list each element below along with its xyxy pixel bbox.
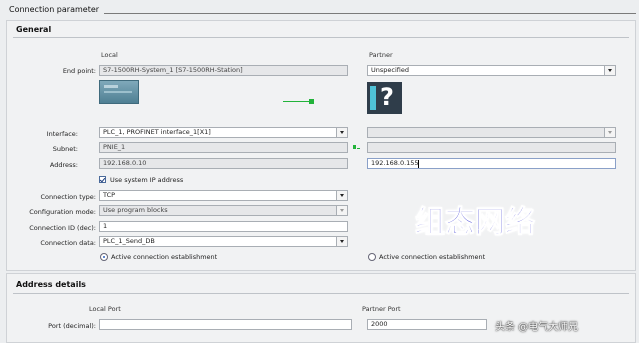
subnet-link-icon-2 [357, 148, 360, 149]
use-system-ip-checkbox[interactable] [99, 176, 106, 183]
chevron-down-icon[interactable] [336, 237, 347, 246]
local-interface-dropdown[interactable]: PLC_1, PROFINET interface_1[X1] [99, 127, 348, 138]
general-divider [13, 37, 629, 38]
connection-data-label: Connection data: [40, 239, 96, 247]
chevron-down-icon[interactable] [336, 128, 347, 137]
partner-subnet-field [367, 142, 616, 153]
partner-port-header: Partner Port [362, 305, 401, 313]
address-details-divider [13, 293, 629, 294]
local-plc-device-icon [99, 80, 139, 104]
local-column-header: Local [101, 51, 118, 59]
general-panel: General Local Partner End point: S7-1500… [6, 20, 636, 271]
local-active-connection-radio[interactable] [100, 253, 108, 261]
local-port-header: Local Port [89, 305, 121, 313]
local-end-point-value: S7-1500RH-System_1 [S7-1500RH-Station] [103, 66, 243, 74]
local-interface-value: PLC_1, PROFINET interface_1[X1] [103, 128, 211, 136]
connection-id-input[interactable]: 1 [99, 221, 348, 232]
local-address-field: 192.168.0.10 [99, 158, 348, 169]
general-title: General [16, 25, 52, 34]
configuration-mode-value: Use program blocks [103, 206, 168, 214]
partner-active-connection-label: Active connection establishment [379, 253, 486, 261]
partner-address-input[interactable]: 192.168.0.155 [367, 158, 616, 169]
credit-watermark: 头条 @电气大师兄 [495, 322, 579, 333]
subnet-link-icon [353, 145, 356, 149]
interface-label: Interface: [46, 130, 78, 138]
local-port-input[interactable] [99, 319, 352, 330]
use-system-ip-label: Use system IP address [110, 176, 184, 184]
partner-active-connection-radio[interactable] [368, 253, 376, 261]
local-subnet-value: PNIE_1 [103, 143, 126, 151]
network-link-port-icon [309, 99, 314, 104]
connection-type-value: TCP [103, 191, 116, 199]
chevron-down-icon [604, 128, 615, 137]
section-header-title: Connection parameter [9, 5, 100, 14]
partner-port-value: 2000 [371, 320, 388, 328]
watermark-text: 组态网络 [415, 205, 536, 241]
connection-data-dropdown[interactable]: PLC_1_Send_DB [99, 236, 348, 247]
local-active-connection-label: Active connection establishment [111, 253, 218, 261]
connection-id-value: 1 [103, 222, 108, 230]
end-point-label: End point: [62, 67, 96, 75]
partner-interface-dropdown[interactable] [367, 127, 616, 138]
address-label: Address: [49, 161, 78, 169]
local-address-value: 192.168.0.10 [103, 159, 147, 167]
network-link-icon [283, 101, 311, 102]
connection-id-label: Connection ID (dec): [29, 224, 96, 232]
chevron-down-icon[interactable] [604, 66, 615, 75]
address-details-panel: Address details Local Port Partner Port … [6, 273, 636, 343]
header-divider [104, 13, 636, 14]
address-details-title: Address details [16, 280, 86, 289]
partner-address-value: 192.168.0.155 [371, 159, 419, 167]
subnet-label: Subnet: [52, 145, 78, 153]
connection-data-value: PLC_1_Send_DB [103, 237, 155, 245]
partner-end-point-value: Unspecified [371, 66, 409, 74]
chevron-down-icon [336, 206, 347, 215]
connection-type-dropdown[interactable]: TCP [99, 190, 348, 201]
connection-type-label: Connection type: [40, 193, 96, 201]
local-subnet-field: PNIE_1 [99, 142, 348, 153]
local-end-point-field[interactable]: S7-1500RH-System_1 [S7-1500RH-Station] [99, 65, 348, 76]
configuration-mode-label: Configuration mode: [29, 208, 96, 216]
port-decimal-label: Port (decimal): [48, 322, 96, 330]
partner-end-point-dropdown[interactable]: Unspecified [367, 65, 616, 76]
configuration-mode-dropdown[interactable]: Use program blocks [99, 205, 348, 216]
text-cursor [418, 160, 419, 168]
unspecified-device-icon: ? [367, 82, 402, 114]
partner-port-input[interactable]: 2000 [367, 319, 487, 330]
chevron-down-icon[interactable] [336, 191, 347, 200]
partner-column-header: Partner [369, 51, 393, 59]
